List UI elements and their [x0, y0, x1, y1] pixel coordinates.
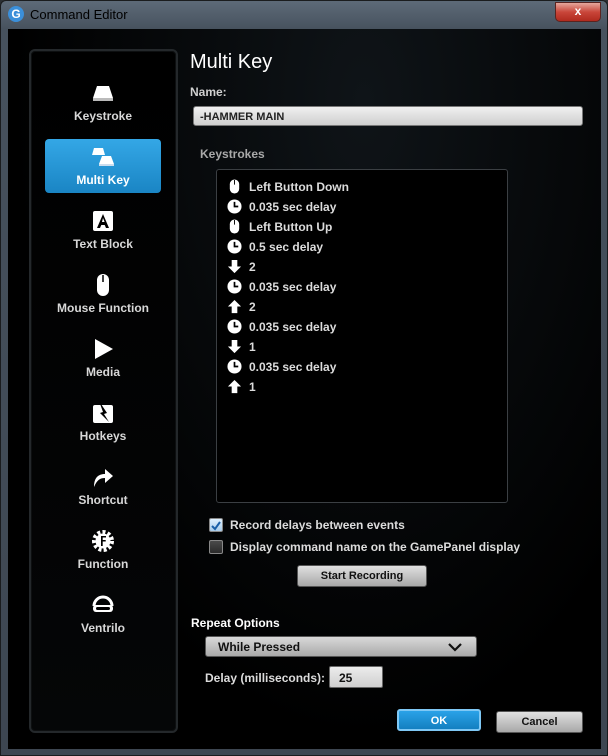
function-gear-icon	[92, 530, 114, 552]
text-block-icon	[93, 211, 113, 231]
sidebar-item-mouse-function[interactable]: Mouse Function	[45, 267, 161, 321]
command-type-sidebar: Keystroke Multi Key Text Block Mouse Fun…	[29, 49, 178, 733]
keystroke-text: 0.035 sec delay	[249, 360, 337, 374]
title-bar[interactable]: G Command Editor x	[1, 1, 607, 29]
start-recording-button[interactable]: Start Recording	[297, 565, 427, 587]
sidebar-item-label: Text Block	[73, 237, 133, 251]
sidebar-item-text-block[interactable]: Text Block	[45, 203, 161, 257]
delay-field[interactable]: 25	[329, 666, 383, 688]
arrow-down-icon	[227, 259, 242, 274]
clock-icon	[227, 279, 242, 294]
checkmark-icon	[211, 521, 221, 531]
name-field[interactable]: -HAMMER MAIN	[193, 106, 583, 126]
keystroke-text: Left Button Down	[249, 180, 349, 194]
multi-keycap-icon	[92, 148, 114, 166]
sidebar-item-label: Shortcut	[78, 493, 128, 507]
mouse-icon	[229, 179, 240, 194]
display-name-label: Display command name on the GamePanel di…	[230, 540, 521, 554]
hotkey-icon	[93, 401, 113, 423]
keystroke-text: 0.035 sec delay	[249, 280, 337, 294]
cancel-button[interactable]: Cancel	[496, 711, 583, 733]
dialog-body: Keystroke Multi Key Text Block Mouse Fun…	[8, 29, 601, 749]
sidebar-item-multi-key[interactable]: Multi Key	[45, 139, 161, 193]
clock-icon	[227, 319, 242, 334]
sidebar-item-label: Function	[77, 557, 129, 571]
command-editor-window: G Command Editor x Keystroke Multi Key T…	[0, 0, 608, 756]
clock-icon	[227, 199, 242, 214]
keystroke-text: Left Button Up	[249, 220, 333, 234]
sidebar-item-label: Mouse Function	[57, 301, 149, 315]
arrow-up-icon	[227, 379, 242, 394]
sidebar-item-function[interactable]: Function	[45, 523, 161, 577]
close-button[interactable]: x	[555, 2, 601, 22]
keystroke-text: 0.5 sec delay	[249, 240, 324, 254]
sidebar-item-ventrilo[interactable]: Ventrilo	[45, 587, 161, 641]
keystroke-text: 1	[249, 380, 256, 394]
delay-label: Delay (milliseconds):	[205, 671, 326, 685]
sidebar-item-keystroke[interactable]: Keystroke	[45, 75, 161, 129]
keystrokes-label: Keystrokes	[200, 147, 265, 161]
sidebar-item-media[interactable]: Media	[45, 331, 161, 385]
sidebar-item-label: Ventrilo	[80, 621, 125, 635]
keystroke-text: 0.035 sec delay	[249, 320, 337, 334]
sidebar-item-label: Keystroke	[73, 109, 133, 123]
repeat-mode-select[interactable]: While Pressed	[205, 636, 477, 657]
keystroke-text: 2	[249, 260, 256, 274]
record-delays-checkbox[interactable]	[209, 518, 223, 532]
page-title: Multi Key	[190, 51, 273, 73]
clock-icon	[227, 239, 242, 254]
record-delays-label: Record delays between events	[230, 518, 405, 532]
keycap-icon	[93, 86, 113, 101]
sidebar-item-label: Media	[85, 365, 120, 379]
mouse-icon	[229, 219, 240, 234]
sidebar-item-shortcut[interactable]: Shortcut	[45, 459, 161, 513]
ok-button[interactable]: OK	[397, 709, 481, 731]
clock-icon	[227, 359, 242, 374]
name-label: Name:	[190, 85, 227, 99]
mouse-icon	[97, 274, 109, 296]
repeat-mode-value: While Pressed	[218, 640, 301, 654]
arrow-down-icon	[227, 339, 242, 354]
sidebar-item-label: Multi Key	[76, 173, 130, 187]
keystroke-text: 2	[249, 300, 256, 314]
play-icon	[95, 339, 113, 359]
sidebar-item-label: Hotkeys	[79, 429, 127, 443]
shortcut-arrow-icon	[94, 469, 113, 487]
keystroke-text: 0.035 sec delay	[249, 200, 337, 214]
headset-icon	[92, 595, 114, 612]
window-title: Command Editor	[30, 7, 128, 22]
sidebar-item-hotkeys[interactable]: Hotkeys	[45, 395, 161, 449]
keystroke-text: 1	[249, 340, 256, 354]
arrow-up-icon	[227, 299, 242, 314]
repeat-options-label: Repeat Options	[191, 616, 280, 630]
logitech-app-icon: G	[8, 6, 24, 22]
display-name-checkbox[interactable]	[209, 540, 223, 554]
chevron-down-icon	[448, 643, 462, 652]
keystrokes-list[interactable]: Left Button Down 0.035 sec delay Left Bu…	[216, 169, 508, 503]
